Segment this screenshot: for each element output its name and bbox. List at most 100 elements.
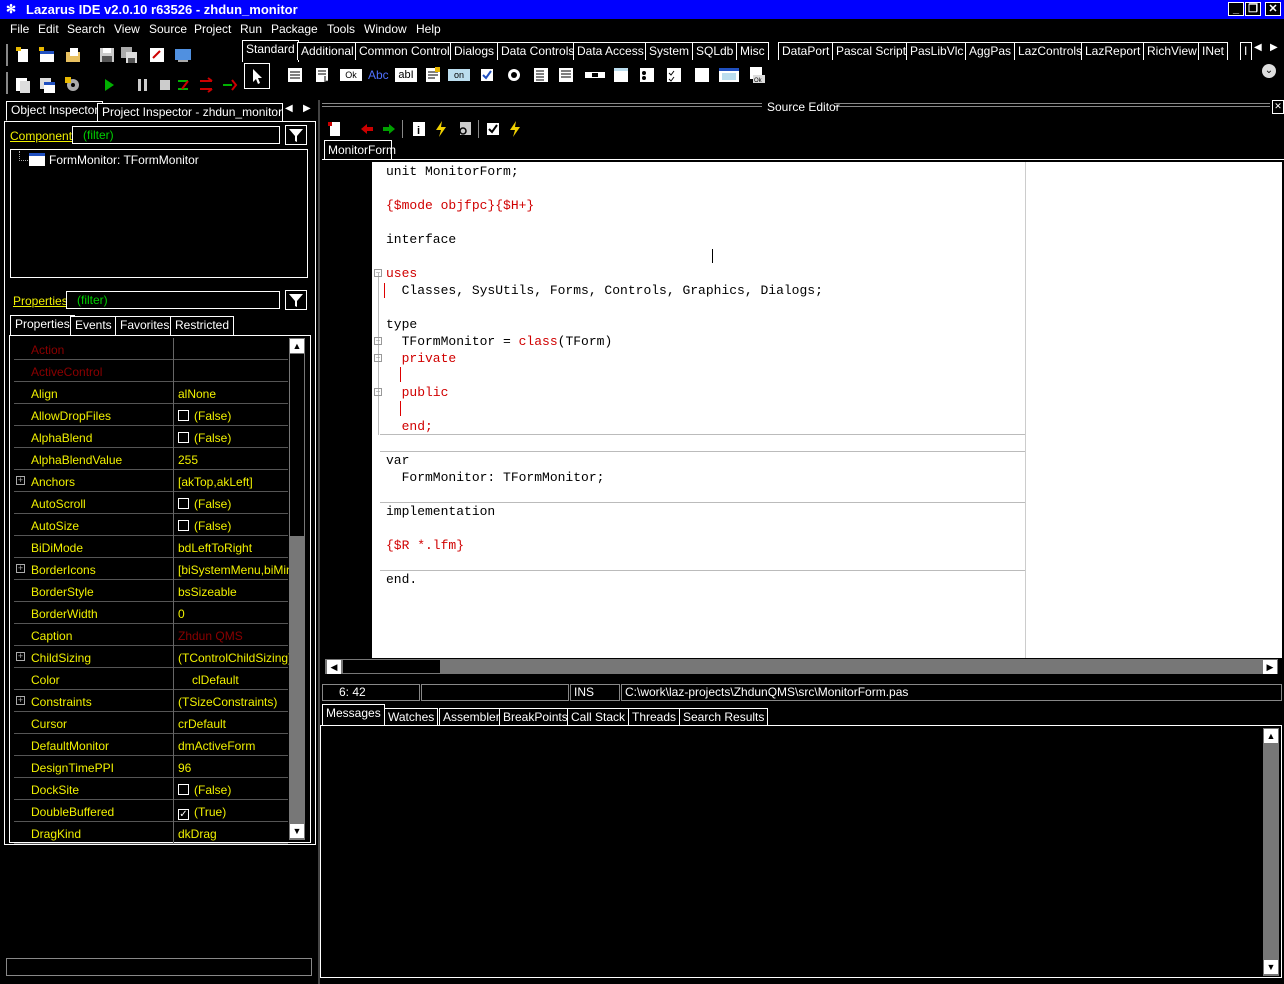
property-row[interactable]: DockSite (False) bbox=[14, 778, 288, 800]
tedit-icon[interactable]: abI bbox=[395, 66, 417, 84]
fold-public-icon[interactable]: − bbox=[374, 388, 382, 396]
property-row[interactable]: Color clDefault bbox=[14, 668, 288, 690]
checkbox-icon[interactable]: ✓ bbox=[178, 809, 189, 820]
palette-tab-data-controls[interactable]: Data Controls bbox=[497, 42, 579, 60]
property-row[interactable]: + Constraints (TSizeConstraints) bbox=[14, 690, 288, 712]
tab-project-inspector[interactable]: Project Inspector - zhdun_monitor [Def bbox=[97, 103, 283, 122]
tcheckbox-icon[interactable] bbox=[478, 66, 496, 84]
build-icon[interactable] bbox=[506, 120, 524, 138]
editor-tab-monitorform[interactable]: MonitorForm bbox=[324, 140, 396, 160]
menu-edit[interactable]: Edit bbox=[38, 22, 59, 36]
palette-tab-sqldb[interactable]: SQLdb bbox=[692, 42, 738, 60]
property-value[interactable]: (TControlChildSizing) bbox=[178, 651, 290, 665]
step-over-icon[interactable] bbox=[198, 76, 216, 94]
jump-back-icon[interactable] bbox=[358, 120, 376, 138]
property-row[interactable]: Align alNone bbox=[14, 382, 288, 404]
tab-properties[interactable]: Properties bbox=[10, 315, 75, 336]
property-row[interactable]: DoubleBuffered ✓ (True) bbox=[14, 800, 288, 822]
property-row[interactable]: BiDiMode bdLeftToRight bbox=[14, 536, 288, 558]
tlabel-icon[interactable]: Abc bbox=[368, 66, 392, 84]
property-row[interactable]: AlphaBlend (False) bbox=[14, 426, 288, 448]
expand-icon[interactable]: + bbox=[16, 564, 25, 573]
editor-new-icon[interactable] bbox=[326, 120, 344, 138]
editor-vscrollbar[interactable] bbox=[1266, 162, 1282, 658]
hscroll-thumb[interactable] bbox=[343, 660, 440, 673]
tradiobutton-icon[interactable] bbox=[505, 66, 523, 84]
palette-tab-misc[interactable]: Misc bbox=[736, 42, 769, 60]
tab-events[interactable]: Events bbox=[70, 316, 117, 335]
hscroll-left-icon[interactable]: ◀ bbox=[327, 660, 341, 674]
stop-icon[interactable] bbox=[156, 76, 174, 94]
menu-window[interactable]: Window bbox=[364, 22, 407, 36]
palette-tab-data-access[interactable]: Data Access bbox=[573, 42, 648, 60]
menu-project[interactable]: Project bbox=[194, 22, 231, 36]
scroll-down-icon[interactable]: ▼ bbox=[290, 824, 304, 838]
expand-icon[interactable]: + bbox=[16, 476, 25, 485]
property-row[interactable]: Action bbox=[14, 338, 288, 360]
menu-search[interactable]: Search bbox=[67, 22, 105, 36]
property-value[interactable]: 0 bbox=[178, 607, 290, 621]
tab-search-results[interactable]: Search Results bbox=[679, 708, 769, 726]
components-filter-icon[interactable] bbox=[285, 125, 307, 145]
property-scrollbar[interactable]: ▲ ▼ bbox=[289, 338, 305, 840]
new-unit-icon[interactable] bbox=[14, 46, 32, 64]
scroll-up-icon[interactable]: ▲ bbox=[290, 339, 304, 353]
palette-tab-lazreport[interactable]: LazReport bbox=[1081, 42, 1145, 60]
palette-tab-standard[interactable]: Standard bbox=[242, 40, 299, 62]
scroll-thumb[interactable] bbox=[290, 354, 304, 536]
property-row[interactable]: AlphaBlendValue 255 bbox=[14, 448, 288, 470]
inspector-tabs-left-icon[interactable]: ◀ bbox=[285, 103, 293, 114]
property-row[interactable]: DesignTimePPI 96 bbox=[14, 756, 288, 778]
project-options-icon[interactable] bbox=[64, 76, 82, 94]
property-row[interactable]: AutoSize (False) bbox=[14, 514, 288, 536]
property-value[interactable]: bsSizeable bbox=[178, 585, 290, 599]
property-value[interactable]: [akTop,akLeft] bbox=[178, 475, 290, 489]
property-value[interactable]: alNone bbox=[178, 387, 290, 401]
tcheckgroup-icon[interactable] bbox=[665, 66, 683, 84]
property-value[interactable]: clDefault bbox=[178, 673, 290, 687]
tcombobox-icon[interactable] bbox=[557, 66, 575, 84]
property-row[interactable]: AutoScroll (False) bbox=[14, 492, 288, 514]
step-into-icon[interactable] bbox=[176, 76, 194, 94]
code-editor[interactable] bbox=[380, 162, 1273, 658]
properties-filter-input[interactable]: (filter) bbox=[66, 291, 280, 309]
tab-object-inspector[interactable]: Object Inspector bbox=[6, 101, 104, 121]
save-all-icon[interactable] bbox=[120, 46, 138, 64]
menu-view[interactable]: View bbox=[114, 22, 140, 36]
step-out-icon[interactable] bbox=[220, 76, 238, 94]
tab-assembler[interactable]: Assembler bbox=[439, 708, 504, 726]
property-row[interactable]: Caption Zhdun QMS bbox=[14, 624, 288, 646]
editor-hscrollbar[interactable]: ◀ ▶ bbox=[325, 659, 1278, 674]
property-value[interactable]: (False) bbox=[178, 497, 290, 511]
info-icon[interactable]: i bbox=[410, 120, 428, 138]
palette-tab-more[interactable]: I bbox=[1240, 42, 1252, 60]
new-form-icon[interactable] bbox=[38, 46, 56, 64]
property-row[interactable]: DefaultMonitor dmActiveForm bbox=[14, 734, 288, 756]
property-row[interactable]: + ChildSizing (TControlChildSizing) bbox=[14, 646, 290, 668]
tmainmenu-icon[interactable] bbox=[286, 66, 304, 84]
tab-restricted[interactable]: Restricted bbox=[170, 316, 235, 335]
tab-call-stack[interactable]: Call Stack bbox=[567, 708, 630, 726]
tframe-icon[interactable] bbox=[718, 66, 740, 84]
property-value[interactable]: crDefault bbox=[178, 717, 290, 731]
property-row[interactable]: + Anchors [akTop,akLeft] bbox=[14, 470, 288, 492]
view-units-icon[interactable] bbox=[14, 76, 32, 94]
palette-scroll-left-icon[interactable]: ◀ bbox=[1254, 42, 1262, 53]
open-icon[interactable] bbox=[64, 46, 82, 64]
property-value[interactable]: 96 bbox=[178, 761, 290, 775]
tpanel-icon[interactable] bbox=[693, 66, 711, 84]
tscrollbar-icon[interactable] bbox=[584, 66, 606, 84]
maximize-button[interactable]: ❐ bbox=[1245, 2, 1261, 16]
checkbox-icon[interactable] bbox=[178, 498, 189, 509]
tactionlist-icon[interactable]: Ok bbox=[748, 66, 766, 84]
property-value[interactable]: (False) bbox=[178, 431, 290, 445]
properties-filter-icon[interactable] bbox=[285, 290, 307, 310]
inspector-tabs-right-icon[interactable]: ▶ bbox=[303, 103, 311, 114]
palette-tab-lazcontrols[interactable]: LazControls bbox=[1014, 42, 1087, 60]
property-row[interactable]: DragKind dkDrag bbox=[14, 822, 288, 844]
property-row[interactable]: BorderStyle bsSizeable bbox=[14, 580, 288, 602]
close-button[interactable]: ✕ bbox=[1265, 2, 1281, 16]
property-value[interactable]: [biSystemMenu,biMinim bbox=[178, 563, 290, 577]
messages-panel[interactable] bbox=[320, 725, 1282, 978]
tab-favorites[interactable]: Favorites bbox=[115, 316, 175, 335]
